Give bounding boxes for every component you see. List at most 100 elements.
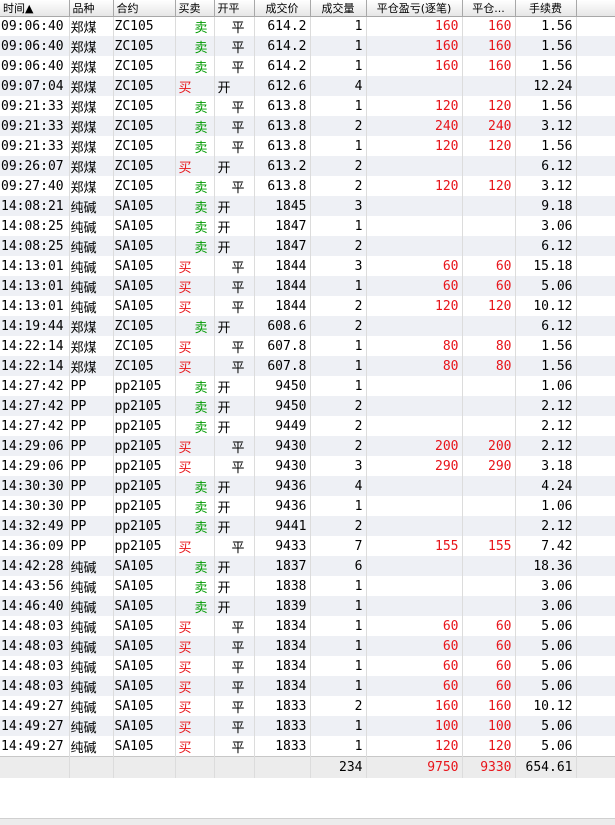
open-close-label: 开: [217, 600, 231, 616]
cell-fee: 3.06: [515, 596, 577, 616]
cell-price: 9430: [254, 456, 311, 476]
table-row[interactable]: 14:30:30 PP pp2105 卖开 9436 4 4.24: [0, 476, 615, 496]
cell-extra: [576, 356, 615, 376]
table-row[interactable]: 14:19:44 郑煤 ZC105 卖开 608.6 2 6.12: [0, 316, 615, 336]
side-label: 卖: [194, 500, 208, 516]
cell-pnl-2: 160: [462, 36, 516, 56]
totals-empty-cell: [175, 756, 215, 778]
table-row[interactable]: 14:27:42 PP pp2105 卖开 9450 1 1.06: [0, 376, 615, 396]
table-row[interactable]: 09:21:33 郑煤 ZC105 卖平 613.8 2 240 240 3.12: [0, 116, 615, 136]
cell-pnl-2: [462, 596, 516, 616]
column-header-time[interactable]: 时间▲: [0, 0, 70, 17]
side-label: 买: [178, 160, 192, 176]
table-row[interactable]: 14:13:01 纯碱 SA105 买平 1844 1 60 60 5.06: [0, 276, 615, 296]
table-row[interactable]: 14:42:28 纯碱 SA105 卖开 1837 6 18.36: [0, 556, 615, 576]
table-row[interactable]: 14:08:25 纯碱 SA105 卖开 1847 1 3.06: [0, 216, 615, 236]
table-row[interactable]: 09:06:40 郑煤 ZC105 卖平 614.2 1 160 160 1.56: [0, 16, 615, 36]
side-label: 卖: [194, 200, 208, 216]
cell-open-close: 开: [214, 196, 255, 216]
table-row[interactable]: 09:27:40 郑煤 ZC105 卖平 613.8 2 120 120 3.12: [0, 176, 615, 196]
table-row[interactable]: 14:29:06 PP pp2105 买平 9430 2 200 200 2.12: [0, 436, 615, 456]
cell-extra: [576, 376, 615, 396]
table-row[interactable]: 09:26:07 郑煤 ZC105 买 开 613.2 2 6.12: [0, 156, 615, 176]
table-row[interactable]: 14:49:27 纯碱 SA105 买平 1833 1 120 120 5.06: [0, 736, 615, 757]
cell-qty: 2: [310, 516, 367, 536]
cell-time: 14:27:42: [0, 416, 70, 436]
side-label: 买: [178, 360, 192, 376]
cell-price: 608.6: [254, 316, 311, 336]
cell-side: 买: [175, 676, 215, 696]
cell-price: 613.8: [254, 136, 311, 156]
cell-contract: ZC105: [113, 76, 176, 96]
table-row[interactable]: 14:22:14 郑煤 ZC105 买平 607.8 1 80 80 1.56: [0, 336, 615, 356]
table-row[interactable]: 14:49:27 纯碱 SA105 买平 1833 1 100 100 5.06: [0, 716, 615, 736]
cell-fee: 3.12: [515, 116, 577, 136]
cell-product: 纯碱: [69, 236, 114, 256]
cell-open-close: 平: [214, 436, 255, 456]
table-row[interactable]: 09:07:04 郑煤 ZC105 买 开 612.6 4 12.24: [0, 76, 615, 96]
cell-side: 买: [175, 76, 215, 96]
column-header-product[interactable]: 品种: [69, 0, 114, 17]
cell-time: 14:08:21: [0, 196, 70, 216]
cell-fee: 6.12: [515, 236, 577, 256]
cell-price: 9436: [254, 496, 311, 516]
open-close-label: 平: [231, 100, 245, 116]
cell-pnl-2: [462, 496, 516, 516]
table-row[interactable]: 14:27:42 PP pp2105 卖开 9449 2 2.12: [0, 416, 615, 436]
cell-extra: [576, 676, 615, 696]
open-close-label: 平: [231, 40, 245, 56]
open-close-label: 平: [231, 60, 245, 76]
table-row[interactable]: 14:48:03 纯碱 SA105 买平 1834 1 60 60 5.06: [0, 616, 615, 636]
cell-extra: [576, 636, 615, 656]
table-row[interactable]: 09:21:33 郑煤 ZC105 卖平 613.8 1 120 120 1.56: [0, 136, 615, 156]
column-header-contract[interactable]: 合约: [113, 0, 176, 17]
cell-contract: ZC105: [113, 316, 176, 336]
table-row[interactable]: 14:48:03 纯碱 SA105 买平 1834 1 60 60 5.06: [0, 656, 615, 676]
cell-price: 1838: [254, 576, 311, 596]
column-header-qty[interactable]: 成交量: [310, 0, 367, 17]
table-row[interactable]: 14:32:49 PP pp2105 卖开 9441 2 2.12: [0, 516, 615, 536]
cell-fee: 3.12: [515, 176, 577, 196]
table-row[interactable]: 14:22:14 郑煤 ZC105 买平 607.8 1 80 80 1.56: [0, 356, 615, 376]
table-row[interactable]: 14:13:01 纯碱 SA105 买平 1844 2 120 120 10.12: [0, 296, 615, 316]
table-row[interactable]: 14:43:56 纯碱 SA105 卖开 1838 1 3.06: [0, 576, 615, 596]
totals-empty-cell: [69, 756, 114, 778]
column-header-price[interactable]: 成交价: [254, 0, 311, 17]
cell-price: 1834: [254, 616, 311, 636]
cell-side: 卖: [175, 316, 215, 336]
cell-product: 纯碱: [69, 276, 114, 296]
cell-qty: 1: [310, 636, 367, 656]
column-header-pnl-2[interactable]: 平仓...: [462, 0, 516, 17]
cell-fee: 6.12: [515, 316, 577, 336]
table-row[interactable]: 14:27:42 PP pp2105 卖开 9450 2 2.12: [0, 396, 615, 416]
open-close-label: 平: [231, 140, 245, 156]
table-row[interactable]: 09:21:33 郑煤 ZC105 卖平 613.8 1 120 120 1.56: [0, 96, 615, 116]
table-row[interactable]: 14:13:01 纯碱 SA105 买平 1844 3 60 60 15.18: [0, 256, 615, 276]
cell-pnl-2: 160: [462, 696, 516, 716]
table-row[interactable]: 14:08:21 纯碱 SA105 卖开 1845 3 9.18: [0, 196, 615, 216]
table-row[interactable]: 14:48:03 纯碱 SA105 买平 1834 1 60 60 5.06: [0, 676, 615, 696]
table-row[interactable]: 14:30:30 PP pp2105 卖开 9436 1 1.06: [0, 496, 615, 516]
table-row[interactable]: 09:06:40 郑煤 ZC105 卖平 614.2 1 160 160 1.56: [0, 36, 615, 56]
table-row[interactable]: 14:49:27 纯碱 SA105 买平 1833 2 160 160 10.12: [0, 696, 615, 716]
open-close-label: 开: [217, 520, 231, 536]
cell-open-close: 开: [214, 76, 255, 96]
table-row[interactable]: 14:29:06 PP pp2105 买平 9430 3 290 290 3.18: [0, 456, 615, 476]
table-row[interactable]: 14:48:03 纯碱 SA105 买平 1834 1 60 60 5.06: [0, 636, 615, 656]
cell-product: PP: [69, 516, 114, 536]
cell-extra: [576, 196, 615, 216]
column-header-pnl[interactable]: 平仓盈亏(逐笔): [366, 0, 463, 17]
table-row[interactable]: 14:36:09 PP pp2105 买平 9433 7 155 155 7.42: [0, 536, 615, 556]
table-row[interactable]: 09:06:40 郑煤 ZC105 卖平 614.2 1 160 160 1.56: [0, 56, 615, 76]
column-header-side[interactable]: 买卖: [175, 0, 215, 17]
column-header-open-close[interactable]: 开平: [214, 0, 255, 17]
cell-extra: [576, 456, 615, 476]
cell-open-close: 平: [214, 296, 255, 316]
cell-product: 郑煤: [69, 336, 114, 356]
cell-price: 9450: [254, 396, 311, 416]
cell-extra: [576, 396, 615, 416]
table-row[interactable]: 14:08:25 纯碱 SA105 卖开 1847 2 6.12: [0, 236, 615, 256]
cell-side: 买: [175, 156, 215, 176]
table-row[interactable]: 14:46:40 纯碱 SA105 卖开 1839 1 3.06: [0, 596, 615, 616]
column-header-fee[interactable]: 手续费: [515, 0, 577, 17]
